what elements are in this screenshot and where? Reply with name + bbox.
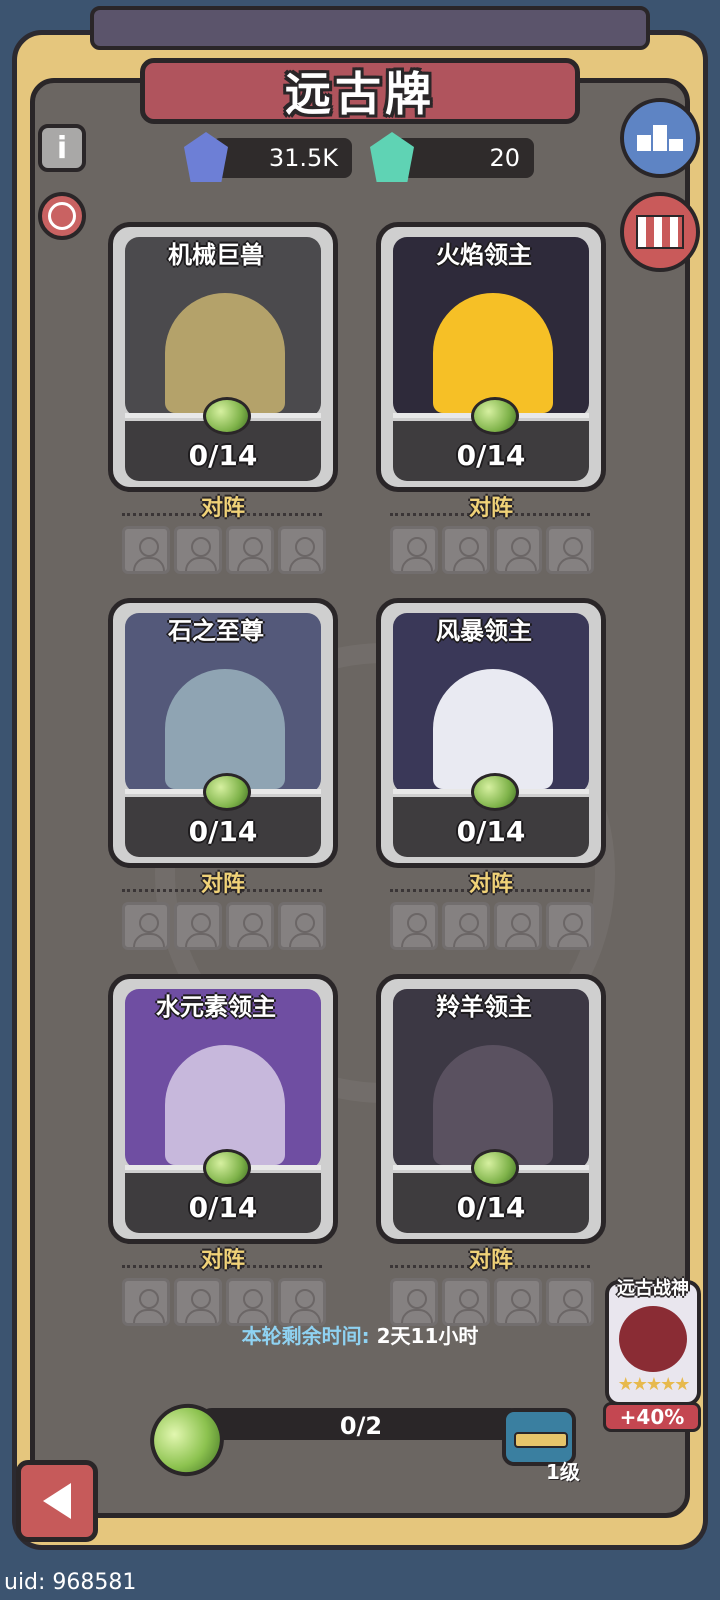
card-count: 0/14 [456,815,526,848]
green-gem-amount: 20 [489,144,520,172]
card-count: 0/14 [188,439,258,472]
back-button[interactable] [16,1460,98,1542]
card-count: 0/14 [188,1191,258,1224]
shop-button[interactable] [620,192,700,272]
card-name: 机械巨兽 [168,241,264,269]
card-name: 石之至尊 [168,617,264,645]
formation-slot[interactable] [226,526,274,574]
card-figure [165,1045,285,1165]
formation-label: 对阵 [468,872,513,897]
formation-slot[interactable] [442,526,490,574]
clock-icon [48,202,76,230]
formation-slot[interactable] [546,902,594,950]
formation-slot[interactable] [546,526,594,574]
formation-slot[interactable] [494,1278,542,1326]
card-count: 0/14 [456,439,526,472]
round-timer: 本轮剩余时间: 2天11小时 [150,1320,570,1349]
formation-slot[interactable] [494,526,542,574]
top-decor-bar [90,6,650,50]
card-name: 羚羊领主 [436,993,532,1021]
formation-slot[interactable] [226,1278,274,1326]
card-count: 0/14 [188,815,258,848]
info-icon: i [56,130,68,166]
ranking-button[interactable] [620,98,700,178]
formation-slot[interactable] [174,1278,222,1326]
formation-label: 对阵 [468,1248,513,1273]
card-figure [433,669,553,789]
info-button[interactable]: i [38,124,86,172]
formation-slot[interactable] [442,902,490,950]
card-figure [165,293,285,413]
formation-slot[interactable] [390,902,438,950]
formation-slot[interactable] [278,902,326,950]
card-figure [433,1045,553,1165]
card-antelope-lord[interactable]: 羚羊领主 0/14 [376,974,606,1244]
formation-slot[interactable] [122,526,170,574]
formation-slot[interactable] [278,1278,326,1326]
formation-slot[interactable] [494,902,542,950]
bean-icon [203,1149,251,1187]
card-mech-beast[interactable]: 机械巨兽 0/14 [108,222,338,492]
formation-slot[interactable] [226,902,274,950]
bonus-percent: +40% [603,1402,701,1432]
bean-icon [471,773,519,811]
formation-label: 对阵 [200,1248,245,1273]
card-figure [165,669,285,789]
card-storm-lord[interactable]: 风暴领主 0/14 [376,598,606,868]
card-count: 0/14 [456,1191,526,1224]
green-gem-counter: 20 [394,138,534,178]
bean-icon [471,397,519,435]
card-name: 火焰领主 [436,241,532,269]
timer-value: 2天11小时 [376,1324,479,1348]
page-title: 远古牌 [285,67,435,121]
bonus-card-art [619,1306,687,1372]
progress-text: 0/2 [339,1412,383,1440]
card-figure [433,293,553,413]
formation-slot[interactable] [174,902,222,950]
bonus-card-title: 远古战神 [617,1278,689,1299]
formation-slot[interactable] [546,1278,594,1326]
card-name: 水元素领主 [156,993,276,1021]
formation-label: 对阵 [200,496,245,521]
card-stone-supreme[interactable]: 石之至尊 0/14 [108,598,338,868]
back-arrow-icon [43,1483,71,1519]
formation-slot[interactable] [174,526,222,574]
formation-slot[interactable] [122,902,170,950]
blue-gem-amount: 31.5K [268,144,338,172]
card-name: 风暴领主 [436,617,532,645]
formation-slot[interactable] [278,526,326,574]
card-flame-lord[interactable]: 火焰领主 0/14 [376,222,606,492]
formation-label: 对阵 [468,496,513,521]
formation-slot[interactable] [390,1278,438,1326]
shop-stall-icon [636,215,684,249]
formation-slot[interactable] [122,1278,170,1326]
history-button[interactable] [38,192,86,240]
formation-label: 对阵 [200,872,245,897]
star-rating: ★★★★★ [617,1374,691,1395]
chest-icon [514,1432,568,1448]
bean-icon [203,397,251,435]
card-water-lord[interactable]: 水元素领主 0/14 [108,974,338,1244]
timer-label: 本轮剩余时间: [241,1324,370,1348]
formation-slot[interactable] [390,526,438,574]
formation-slot[interactable] [442,1278,490,1326]
podium-icon [637,125,683,151]
bean-icon [203,773,251,811]
blue-gem-counter: 31.5K [212,138,352,178]
uid-label: uid: 968581 [4,1570,137,1595]
chest-level: 1级 [546,1460,580,1484]
bean-icon [471,1149,519,1187]
